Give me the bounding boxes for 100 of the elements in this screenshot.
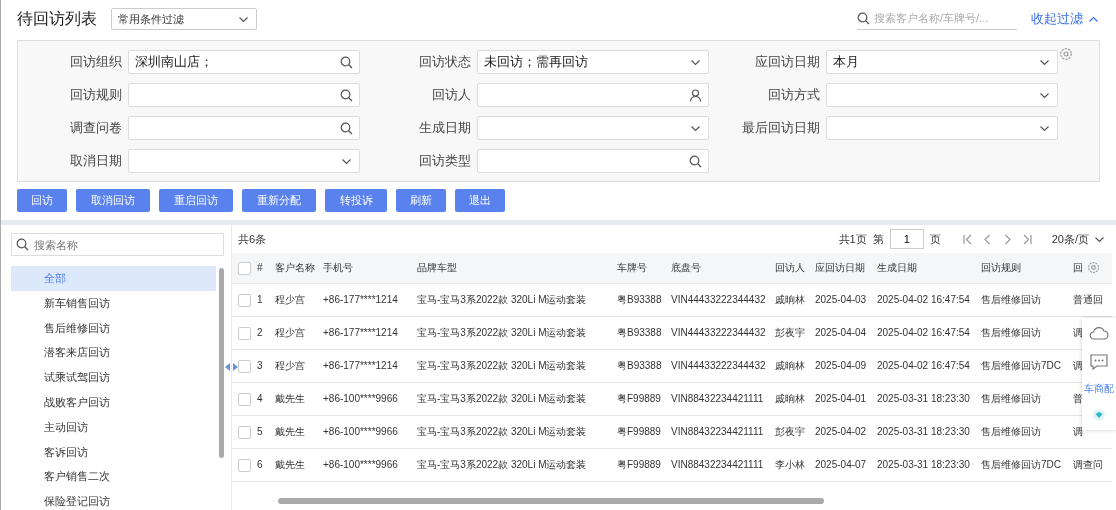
checkbox[interactable] (238, 425, 251, 439)
input-field[interactable] (128, 149, 360, 173)
search-icon[interactable] (340, 88, 353, 102)
checkbox[interactable] (238, 359, 251, 373)
action-button[interactable]: 重新分配 (242, 189, 316, 212)
table-cell: 售后维修回访7DC (978, 349, 1070, 382)
table-cell: 售后维修回访 (978, 382, 1070, 415)
chat-icon[interactable] (1089, 352, 1109, 371)
search-icon[interactable] (340, 121, 353, 135)
search-field[interactable]: 搜索名称 (11, 233, 224, 256)
table-cell: 戴先生 (272, 382, 320, 415)
search-icon[interactable] (689, 154, 702, 168)
table-cell: 粤F99889 (614, 415, 668, 448)
table-cell: 粤B93388 (614, 283, 668, 316)
field-label: 回访方式 (767, 86, 820, 105)
record-count: 共6条 (238, 231, 267, 247)
collapse-filter-link[interactable]: 收起过滤 (1031, 9, 1100, 29)
action-button[interactable]: 重启回访 (159, 189, 233, 212)
table-cell: 宝马-宝马3系2022款 320Li M运动套装 (414, 382, 614, 415)
checkbox[interactable] (238, 262, 251, 276)
sidebar-item[interactable]: 战败客户回访 (11, 390, 216, 415)
page-input[interactable]: 1 (889, 229, 924, 249)
input-field[interactable] (826, 83, 1058, 107)
settings-icon[interactable] (1059, 47, 1073, 61)
table-cell: 售后维修回访 (978, 415, 1070, 448)
field-label: 调查问卷 (69, 119, 122, 138)
table-cell: 戚晌林 (772, 283, 812, 316)
input-field[interactable]: 深圳南山店； (128, 50, 360, 74)
table-cell: 2025-04-02 (812, 415, 874, 448)
table-cell: 2025-04-02 16:47:54 (874, 349, 978, 382)
table-cell: VIN88432234421111 (668, 382, 772, 415)
input-field[interactable]: 未回访；需再回访 (477, 50, 709, 74)
input-field[interactable] (477, 116, 709, 140)
input-field[interactable]: 本月 (826, 50, 1058, 74)
sidebar-item[interactable]: 潜客来店回访 (11, 340, 216, 366)
filter-preset-dropdown[interactable]: 常用条件过滤 (111, 8, 257, 30)
cloud-icon[interactable] (1089, 326, 1109, 341)
action-button[interactable]: 取消回访 (76, 189, 150, 212)
input-field[interactable] (128, 83, 360, 107)
table-cell: 宝马-宝马3系2022款 320Li M运动套装 (414, 349, 614, 382)
table-cell: 2025-04-07 (812, 448, 874, 481)
field-label: 取消日期 (69, 152, 122, 171)
table-cell: 售后维修回访7DC (978, 448, 1070, 481)
search-icon[interactable] (16, 238, 29, 251)
search-icon[interactable] (340, 55, 353, 69)
checkbox[interactable] (238, 293, 251, 307)
table-cell: 2025-04-01 (812, 382, 874, 415)
first-page-icon[interactable] (960, 232, 974, 246)
table-cell: 戚晌林 (772, 349, 812, 382)
table-cell: VIN88432234421111 (668, 448, 772, 481)
table-cell: +86-100****9966 (320, 415, 414, 448)
table-cell: 普通回 (1070, 283, 1112, 316)
table-cell: 程少宫 (272, 316, 320, 349)
page-label: 第 (872, 231, 884, 247)
table-cell: +86-177****1214 (320, 316, 414, 349)
checkbox[interactable] (238, 392, 251, 406)
sidebar-item[interactable]: 主动回访 (11, 414, 216, 440)
table-cell: 2025-04-04 (812, 316, 874, 349)
sidebar-item[interactable]: 客诉回访 (11, 439, 216, 465)
page-size-dropdown[interactable]: 20条/页 (1051, 230, 1106, 248)
settings-icon[interactable] (1087, 261, 1100, 274)
checkbox[interactable] (238, 326, 251, 340)
column-header: 车牌号 (614, 253, 668, 283)
field-label: 回访规则 (69, 86, 122, 105)
input-field[interactable] (477, 83, 709, 107)
action-button[interactable]: 转投诉 (325, 189, 387, 212)
table-cell: 粤B93388 (614, 316, 668, 349)
input-field[interactable] (128, 116, 360, 140)
sidebar-item[interactable]: 保险登记回访 (11, 489, 216, 510)
table-cell: 粤F99889 (614, 382, 668, 415)
table-cell: 彭夜宇 (772, 316, 812, 349)
person-icon[interactable] (689, 88, 702, 102)
sidebar-item[interactable]: 新车销售回访 (11, 290, 216, 316)
search-icon[interactable] (857, 12, 870, 25)
table-cell: VIN44433222344432 (668, 283, 772, 316)
field-label: 最后回访日期 (741, 119, 820, 138)
table-cell: 李小林 (772, 448, 812, 481)
input-field[interactable] (477, 149, 709, 173)
table-cell: +86-177****1214 (320, 349, 414, 382)
scrollbar[interactable] (278, 498, 824, 504)
table-cell: 2025-04-09 (812, 349, 874, 382)
checkbox[interactable] (238, 458, 251, 472)
sidebar-item[interactable]: 客户销售二次 (11, 464, 216, 490)
input-field[interactable] (826, 116, 1058, 140)
page-label: 页 (929, 231, 941, 247)
scrollbar[interactable] (219, 268, 224, 458)
column-header: # (254, 253, 272, 283)
action-button[interactable]: 退出 (455, 189, 505, 212)
action-button[interactable]: 刷新 (396, 189, 446, 212)
column-header: 生成日期 (874, 253, 978, 283)
field-label: 回访组织 (69, 53, 122, 72)
sidebar-item[interactable]: 售后维修回访 (11, 315, 216, 341)
table-cell: 2025-03-31 18:23:30 (874, 415, 978, 448)
table-cell: 2 (254, 316, 272, 349)
column-header: 手机号 (320, 253, 414, 283)
sidebar-item[interactable]: 试乘试驾回访 (11, 365, 216, 390)
action-button[interactable]: 回访 (17, 189, 67, 212)
table-cell: 宝马-宝马3系2022款 320Li M运动套装 (414, 283, 614, 316)
table-cell: 3 (254, 349, 272, 382)
table-cell: 2025-03-31 18:23:30 (874, 382, 978, 415)
